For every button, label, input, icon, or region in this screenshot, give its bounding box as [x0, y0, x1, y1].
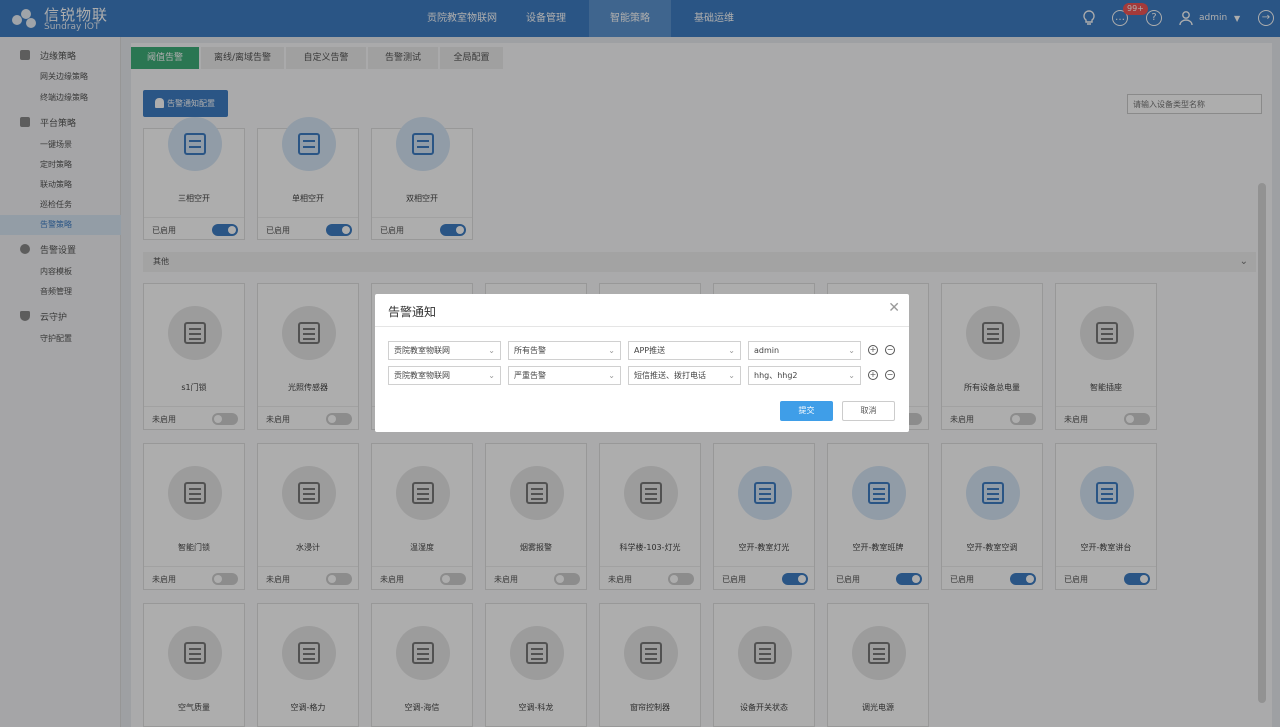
chevron-down-icon: ⌄ [608, 371, 615, 380]
receiver-select[interactable]: hhg、hhg2 ⌄ [748, 366, 861, 385]
alarm-level-value: 严重告警 [514, 371, 546, 380]
submit-button[interactable]: 提交 [780, 401, 833, 421]
chevron-down-icon: ⌄ [848, 346, 855, 355]
remove-row-icon[interactable]: − [885, 370, 895, 380]
cancel-button[interactable]: 取消 [842, 401, 895, 421]
notify-method-select[interactable]: 短信推送、拨打电话 ⌄ [628, 366, 741, 385]
close-icon[interactable]: ✕ [888, 300, 900, 316]
alarm-notify-dialog: 告警通知 ✕ 贡院教室物联网 ⌄ 所有告警 ⌄ APP推送 ⌄ admin ⌄ + − … [375, 294, 909, 432]
project-select-value: 贡院教室物联网 [394, 371, 450, 380]
project-select[interactable]: 贡院教室物联网 ⌄ [388, 366, 501, 385]
add-row-icon[interactable]: + [868, 370, 878, 380]
receiver-value: admin [754, 346, 780, 355]
project-select[interactable]: 贡院教室物联网 ⌄ [388, 341, 501, 360]
dialog-title: 告警通知 [388, 305, 437, 319]
notify-method-value: APP推送 [634, 346, 666, 355]
add-row-icon[interactable]: + [868, 345, 878, 355]
receiver-value: hhg、hhg2 [754, 371, 798, 380]
alarm-level-value: 所有告警 [514, 346, 546, 355]
receiver-select[interactable]: admin ⌄ [748, 341, 861, 360]
chevron-down-icon: ⌄ [728, 371, 735, 380]
remove-row-icon[interactable]: − [885, 345, 895, 355]
chevron-down-icon: ⌄ [488, 371, 495, 380]
dialog-divider [375, 326, 909, 327]
alarm-level-select[interactable]: 严重告警 ⌄ [508, 366, 621, 385]
alarm-level-select[interactable]: 所有告警 ⌄ [508, 341, 621, 360]
notify-method-value: 短信推送、拨打电话 [634, 371, 706, 380]
chevron-down-icon: ⌄ [848, 371, 855, 380]
notify-method-select[interactable]: APP推送 ⌄ [628, 341, 741, 360]
chevron-down-icon: ⌄ [728, 346, 735, 355]
project-select-value: 贡院教室物联网 [394, 346, 450, 355]
chevron-down-icon: ⌄ [488, 346, 495, 355]
chevron-down-icon: ⌄ [608, 346, 615, 355]
